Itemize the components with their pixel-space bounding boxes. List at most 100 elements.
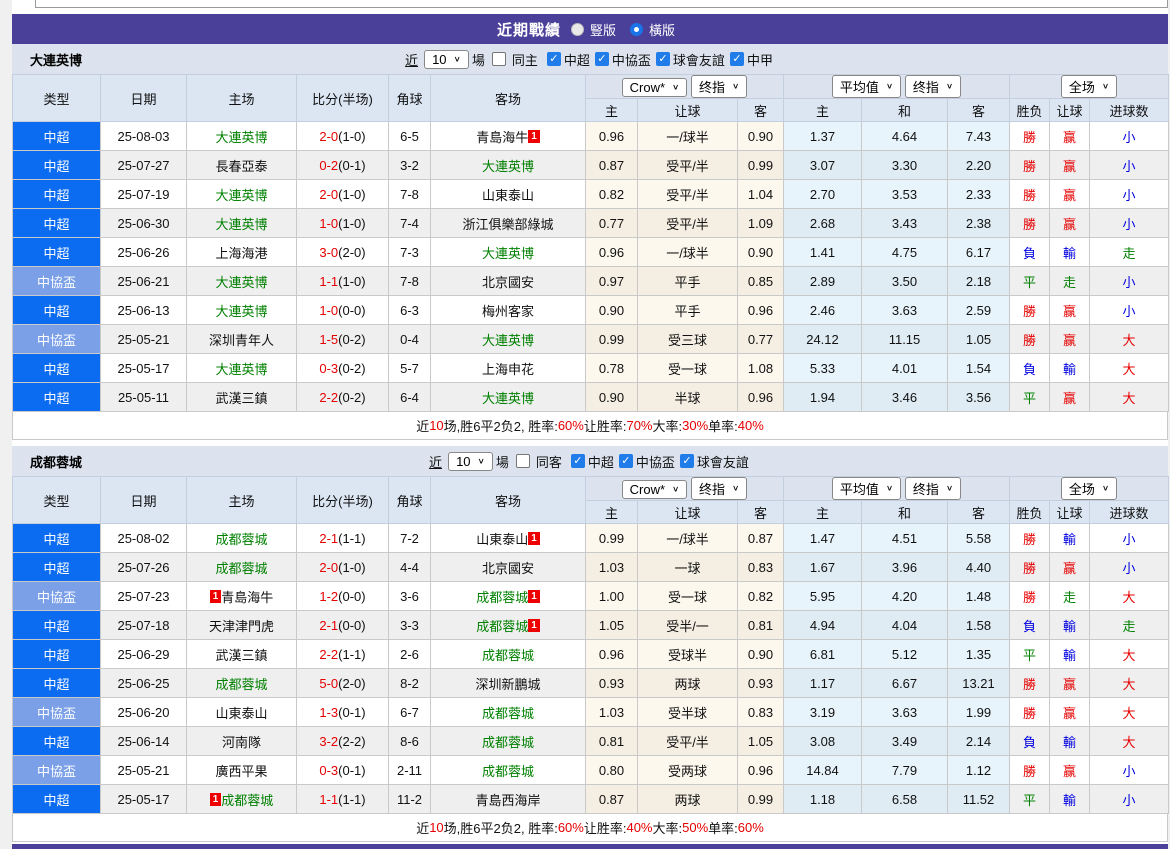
home-odds: 0.96 xyxy=(585,237,638,267)
league-checkbox-2[interactable]: ✓ xyxy=(618,454,633,468)
avg-draw-odds: 3.43 xyxy=(861,208,948,238)
sub-column-header-9: 进球数 xyxy=(1088,98,1170,122)
same-venue-checkbox[interactable] xyxy=(515,454,530,468)
corner-count: 8-2 xyxy=(388,668,431,698)
home-team-cell: 武漢三鎮 xyxy=(186,639,297,669)
team-name-text: 廣西平果 xyxy=(215,763,268,779)
match-row: 中協盃 25-05-21 深圳青年人 1-5(0-2) 0-4 大連英博 0.99 受三球 0.… xyxy=(12,324,1170,354)
match-date: 25-05-11 xyxy=(100,382,187,412)
home-team-cell: 成都蓉城 xyxy=(186,668,297,698)
handicap-result: 赢 xyxy=(1049,755,1090,785)
handicap-line: 受平/半 xyxy=(637,208,738,238)
goals-result: 大 xyxy=(1088,697,1170,727)
avg-home-odds: 1.67 xyxy=(783,552,862,582)
average-source-select[interactable]: 平均值 ∨ xyxy=(831,75,902,98)
home-odds: 0.80 xyxy=(585,755,638,785)
odds-time-select[interactable]: 终指 ∨ xyxy=(691,477,748,500)
half-time-score: (0-1) xyxy=(338,704,366,720)
column-header-5: 角球 xyxy=(388,476,431,524)
away-odds: 0.96 xyxy=(737,382,784,412)
average-time-select[interactable]: 终指 ∨ xyxy=(904,477,962,500)
chevron-down-icon: ∨ xyxy=(885,82,894,91)
team-section-1: 大連英博近 10 ∨ 場同主 ✓ 中超 ✓ 中協盃 ✓ 球會友誼 ✓ 中甲 类型 日期 主场 比分(半场) 角球… xyxy=(12,44,1170,440)
win-loss-result: 勝 xyxy=(1009,552,1050,582)
team-name-text: 大連英博 xyxy=(215,361,268,377)
results-table: 类型 日期 主场 比分(半场) 角球 客场 Crow* ∨ 终指 ∨ 平均值 ∨ 终指 ∨ 全场 ∨ 主让球… xyxy=(12,476,1170,814)
home-odds: 0.96 xyxy=(585,121,638,151)
home-team-cell: 大連英博 xyxy=(186,121,297,151)
avg-draw-odds: 3.96 xyxy=(861,552,948,582)
match-row: 中超 25-07-27 長春亞泰 0-2(0-1) 3-2 大連英博 0.87 受平/半 0.9… xyxy=(12,150,1170,180)
full-time-score: 2-2 xyxy=(319,646,339,662)
team-name-text: 山東泰山 xyxy=(476,531,529,547)
team-section-2: 成都蓉城近 10 ∨ 場同客 ✓ 中超 ✓ 中協盃 ✓ 球會友誼 类型 日期 主场 比分(半场) 角球 客场 C… xyxy=(12,446,1170,842)
summary-text: 近 xyxy=(416,419,430,434)
odds-source-select[interactable]: Crow* ∨ xyxy=(621,480,688,499)
scope-select[interactable]: 全场 ∨ xyxy=(1060,477,1118,500)
team-name-text: 武漢三鎮 xyxy=(215,647,268,663)
avg-home-odds: 1.41 xyxy=(783,237,862,267)
full-time-score: 2-0 xyxy=(319,128,339,144)
team-name-text: 成都蓉城 xyxy=(215,560,268,576)
column-header-6: 客场 xyxy=(430,476,586,524)
avg-draw-odds: 3.46 xyxy=(861,382,948,412)
league-checkbox-3[interactable]: ✓ xyxy=(655,52,670,66)
match-date: 25-06-20 xyxy=(100,697,187,727)
corner-count: 3-3 xyxy=(388,610,431,640)
summary-text: 让胜率: xyxy=(583,821,627,836)
average-source-select-value: 平均值 xyxy=(839,80,879,95)
same-venue-checkbox[interactable] xyxy=(491,52,506,66)
avg-away-odds: 1.54 xyxy=(947,353,1010,383)
odds-source-select[interactable]: Crow* ∨ xyxy=(621,78,688,97)
home-team-cell: 天津津門虎 xyxy=(186,610,297,640)
league-checkbox-4[interactable]: ✓ xyxy=(729,52,744,66)
team-name-text: 成都蓉城 xyxy=(481,647,534,663)
score-cell: 0-3(0-2) xyxy=(296,353,389,383)
score-cell: 5-0(2-0) xyxy=(296,668,389,698)
red-card-badge: 1 xyxy=(528,618,540,632)
summary-text: 大率: xyxy=(652,821,683,836)
recent-count-link[interactable]: 近 xyxy=(405,50,418,69)
league-checkbox-3[interactable]: ✓ xyxy=(679,454,694,468)
chevron-down-icon: ∨ xyxy=(477,456,485,466)
horizontal-layout-radio[interactable] xyxy=(630,22,643,36)
average-source-select-value: 平均值 xyxy=(839,482,879,497)
match-row: 中協盃 25-06-20 山東泰山 1-3(0-1) 6-7 成都蓉城 1.03 受半球 0.8… xyxy=(12,697,1170,727)
league-checkbox-1[interactable]: ✓ xyxy=(546,52,561,66)
league-checkbox-2[interactable]: ✓ xyxy=(594,52,609,66)
red-card-badge: 1 xyxy=(528,129,540,143)
corner-count: 0-4 xyxy=(388,324,431,354)
goals-result: 小 xyxy=(1088,552,1170,582)
home-team-cell: 廣西平果 xyxy=(186,755,297,785)
score-cell: 1-5(0-2) xyxy=(296,324,389,354)
home-odds: 1.03 xyxy=(585,697,638,727)
away-odds: 1.09 xyxy=(737,208,784,238)
team-name-text: 大連英博 xyxy=(215,216,268,232)
vertical-layout-radio[interactable] xyxy=(570,22,584,36)
match-count-select[interactable]: 10 ∨ xyxy=(448,451,493,471)
scope-select[interactable]: 全场 ∨ xyxy=(1060,75,1118,98)
away-team-cell: 北京國安 xyxy=(430,266,586,296)
average-source-select[interactable]: 平均值 ∨ xyxy=(831,477,902,500)
handicap-line: 平手 xyxy=(637,295,738,325)
goals-result: 走 xyxy=(1088,610,1170,640)
avg-away-odds: 2.14 xyxy=(947,726,1010,756)
match-row: 中協盃 25-07-23 1 青島海牛 1-2(0-0) 3-6 成都蓉城 1 1.00 受一球 0… xyxy=(12,581,1170,611)
chevron-down-icon: ∨ xyxy=(732,82,740,91)
handicap-line: 受平/半 xyxy=(637,179,738,209)
summary-text: 单率: xyxy=(708,821,738,836)
score-cell: 3-2(2-2) xyxy=(296,726,389,756)
home-odds: 0.97 xyxy=(585,266,638,296)
league-checkbox-1[interactable]: ✓ xyxy=(570,454,585,468)
home-odds: 0.78 xyxy=(585,353,638,383)
score-cell: 2-0(1-0) xyxy=(296,179,389,209)
match-count-select[interactable]: 10 ∨ xyxy=(424,49,469,69)
recent-count-link[interactable]: 近 xyxy=(429,452,442,471)
average-time-select[interactable]: 终指 ∨ xyxy=(904,75,962,98)
away-odds: 0.77 xyxy=(737,324,784,354)
away-team-cell: 大連英博 xyxy=(430,237,586,267)
odds-time-select[interactable]: 终指 ∨ xyxy=(691,75,748,98)
column-header-3: 主场 xyxy=(186,476,297,524)
goals-result: 小 xyxy=(1088,755,1170,785)
odds-source-select-value: Crow* xyxy=(629,80,666,95)
